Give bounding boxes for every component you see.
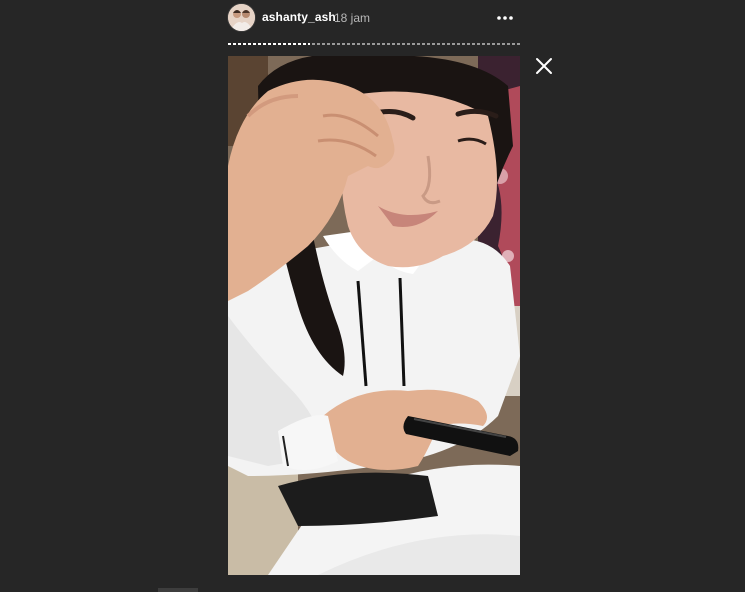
close-icon[interactable] — [534, 56, 554, 76]
story-header: ashanty_ash 18 jam — [228, 4, 520, 32]
post-time: 18 jam — [334, 11, 371, 25]
story-viewer: ashanty_ash 18 jam — [0, 0, 745, 592]
taskbar-fragment — [158, 588, 198, 592]
more-options-icon[interactable] — [494, 7, 516, 29]
progress-segment-viewed — [228, 43, 310, 45]
progress-segment-remaining — [312, 43, 520, 45]
username-link[interactable]: ashanty_ash — [262, 10, 336, 24]
story-media[interactable] — [228, 56, 520, 575]
story-photo — [228, 56, 520, 575]
avatar[interactable] — [228, 4, 255, 31]
story-progress-bar — [228, 43, 520, 46]
